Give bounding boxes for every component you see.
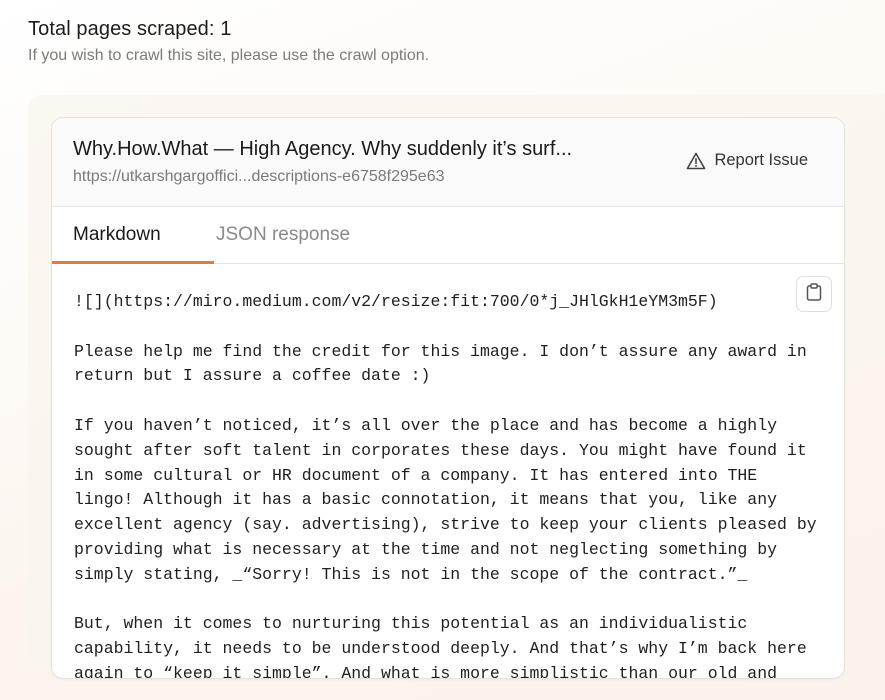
pages-scraped-title: Total pages scraped: 1 [28,18,232,40]
copy-button[interactable] [796,276,832,312]
scrape-summary: Total pages scraped: 1 If you wish to cr… [28,18,429,65]
clipboard-icon [806,282,822,306]
markdown-line: lingo! Although it has a basic connotati… [74,490,778,510]
markdown-line: But, when it comes to nurturing this pot… [74,614,748,634]
result-tabs: Markdown JSON response [52,207,844,264]
markdown-line: simply stating, _“Sorry! This is not in … [74,564,748,584]
result-card: Why.How.What — High Agency. Why suddenly… [51,117,845,679]
warning-triangle-icon [686,152,706,170]
markdown-line: excellent agency (say. advertising), str… [74,515,817,535]
markdown-line: ![](https://miro.medium.com/v2/resize:fi… [74,292,718,311]
report-issue-label: Report Issue [714,151,808,169]
crawl-hint: If you wish to crawl this site, please u… [28,47,430,64]
tab-markdown[interactable]: Markdown [52,207,214,264]
result-header: Why.How.What — High Agency. Why suddenly… [52,118,844,207]
markdown-line: If you haven’t noticed, it’s all over th… [74,415,778,435]
page-title: Why.How.What — High Agency. Why suddenly… [73,138,573,160]
markdown-line: Please help me find the credit for this … [74,341,807,361]
tab-json-response[interactable]: JSON response [216,207,350,263]
markdown-text: ![](https://miro.medium.com/v2/resize:fi… [74,290,834,679]
markdown-line: in some cultural or HR document of a com… [74,465,758,485]
markdown-content: ![](https://miro.medium.com/v2/resize:fi… [52,264,844,679]
page-url[interactable]: https://utkarshgargoffici...descriptions… [73,168,445,186]
markdown-line: again to “keep it simple”. And what is m… [74,663,778,679]
markdown-line: return but I assure a coffee date :) [74,366,431,386]
report-issue-button[interactable]: Report Issue [686,151,808,170]
markdown-line: capability, it needs to be understood de… [74,639,807,659]
markdown-line: providing what is necessary at the time … [74,539,778,559]
markdown-line: sought after soft talent in corporates t… [74,440,807,460]
